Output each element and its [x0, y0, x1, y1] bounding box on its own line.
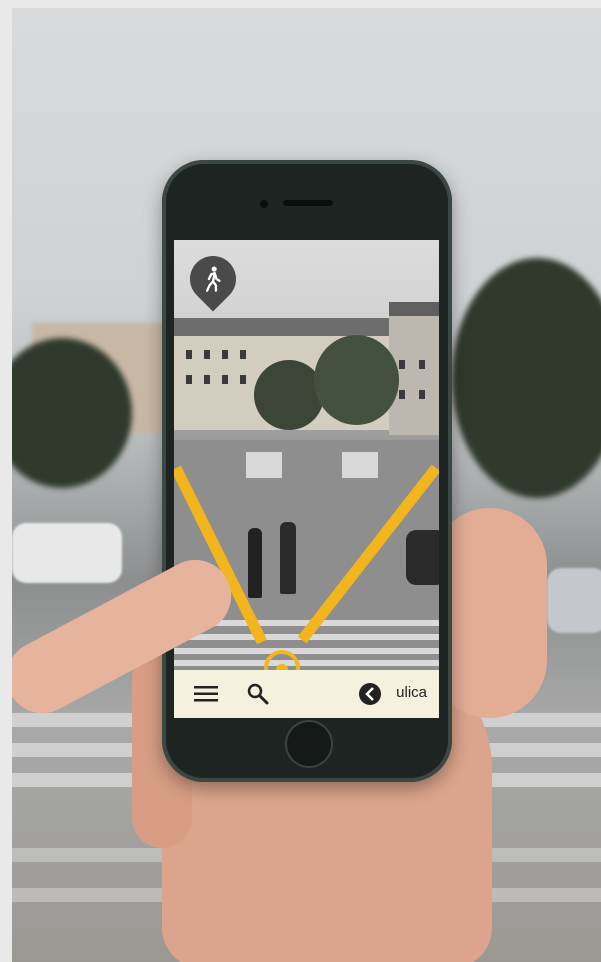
menu-button[interactable]: [194, 684, 218, 704]
smartphone: ulica: [162, 160, 452, 782]
background-tree-right: [452, 258, 601, 498]
earpiece-speaker: [283, 200, 333, 206]
background-car-right: [547, 568, 601, 633]
home-button[interactable]: [285, 720, 333, 768]
phone-screen: ulica: [174, 240, 439, 718]
ar-photo-scene: ulica: [12, 8, 601, 962]
search-icon: [247, 683, 269, 705]
chevron-left-icon: [365, 687, 374, 701]
front-camera: [260, 200, 268, 208]
street-name-label[interactable]: ulica: [396, 684, 427, 701]
bottom-toolbar: ulica: [174, 670, 439, 718]
background-car-left: [12, 523, 122, 583]
back-button[interactable]: [359, 683, 381, 705]
pedestrian-walk-icon: [206, 266, 221, 292]
search-button[interactable]: [246, 682, 270, 706]
hamburger-menu-icon: [194, 686, 218, 702]
route-line-right: [297, 464, 439, 644]
